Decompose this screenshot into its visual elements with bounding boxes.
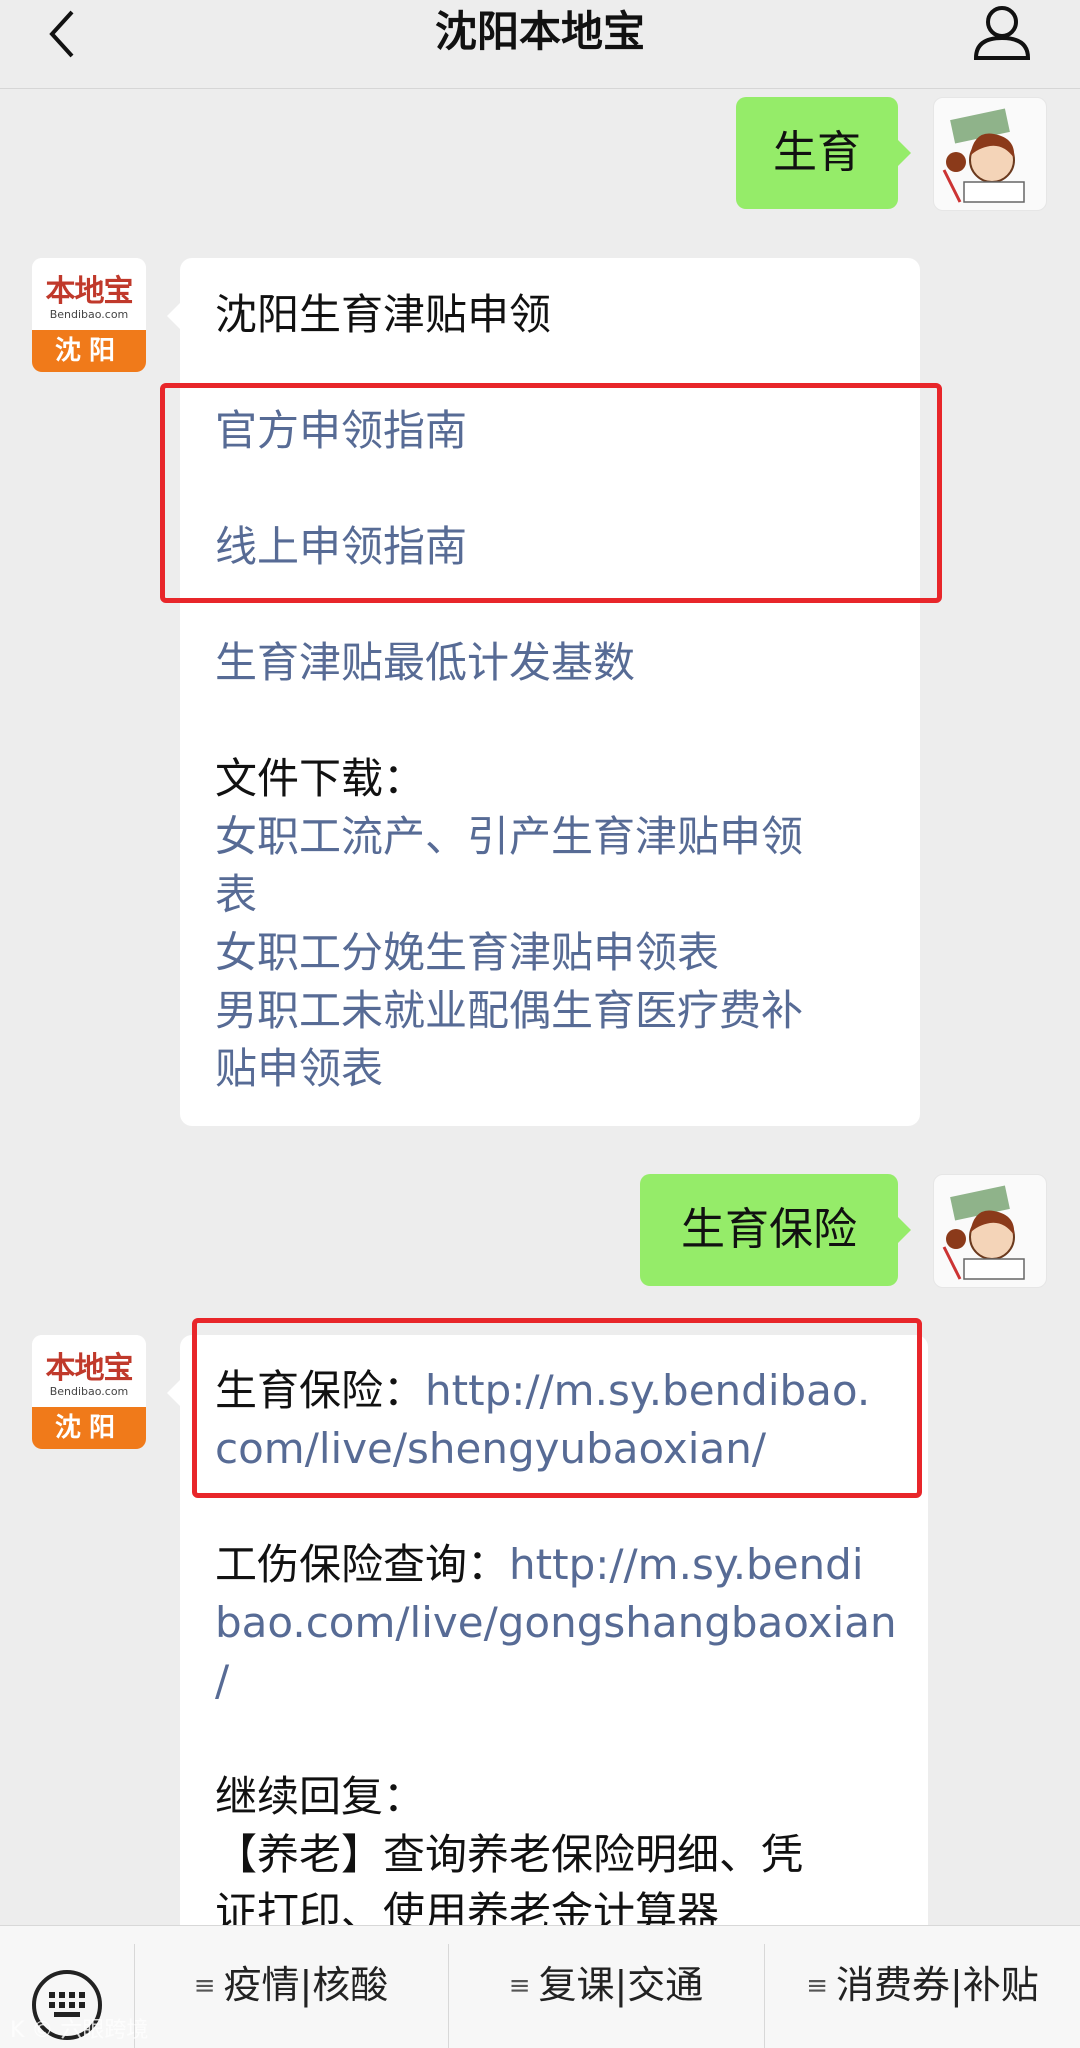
link-download-1[interactable]: 女职工流产、引产生育津贴申领 — [215, 808, 803, 866]
insurance-url-link[interactable]: http://m.sy.bendibao. — [425, 1366, 870, 1415]
user-avatar[interactable] — [933, 1174, 1047, 1288]
menu-item-epidemic[interactable]: ≡ 疫情|核酸 — [135, 1926, 447, 2048]
continue-label: 继续回复： — [215, 1772, 426, 1821]
bot-logo-text: 本地宝 — [45, 1351, 134, 1386]
injury-label: 工伤保险查询： — [215, 1540, 510, 1589]
injury-url-link-end[interactable]: / — [215, 1652, 229, 1710]
menu-item-label: 消费券|补贴 — [835, 1963, 1039, 2007]
bot-logo-city: 沈阳 — [32, 1407, 146, 1449]
insurance-label: 生育保险： — [215, 1366, 426, 1415]
menu-lines-icon: ≡ — [806, 1971, 828, 2001]
injury-url-link[interactable]: http://m.sy.bendi — [509, 1540, 863, 1589]
link-official-guide[interactable]: 官方申领指南 — [215, 402, 467, 460]
link-online-guide[interactable]: 线上申领指南 — [215, 518, 467, 576]
bot-avatar[interactable]: 本地宝 Bendibao.com 沈阳 — [32, 1335, 146, 1449]
link-download-1-cont[interactable]: 表 — [215, 866, 257, 924]
bot-logo-city: 沈阳 — [32, 330, 146, 372]
insurance-url-link-cont[interactable]: com/live/shengyubaoxian/ — [215, 1420, 766, 1478]
bottom-menu: ≡ 疫情|核酸 ≡ 复课|交通 ≡ 消费券|补贴 — [0, 1925, 1080, 2048]
link-download-2[interactable]: 女职工分娩生育津贴申领表 — [215, 924, 719, 982]
message-title: 沈阳生育津贴申领 — [215, 290, 552, 339]
link-download-3-cont[interactable]: 贴申领表 — [215, 1040, 383, 1098]
menu-item-school[interactable]: ≡ 复课|交通 — [449, 1926, 763, 2048]
profile-icon[interactable] — [970, 2, 1034, 62]
chat-title: 沈阳本地宝 — [434, 7, 645, 56]
chat-header: 沈阳本地宝 — [0, 0, 1080, 89]
menu-item-coupons[interactable]: ≡ 消费券|补贴 — [765, 1926, 1080, 2048]
user-message-bubble: 生育保险 — [640, 1174, 911, 1286]
bot-logo-text: 本地宝 — [45, 274, 134, 309]
menu-item-label: 复课|交通 — [538, 1963, 704, 2007]
link-download-3[interactable]: 男职工未就业配偶生育医疗费补 — [215, 982, 803, 1040]
link-min-base[interactable]: 生育津贴最低计发基数 — [215, 634, 635, 692]
menu-lines-icon: ≡ — [508, 1971, 531, 2001]
user-message-bubble: 生育 — [736, 97, 911, 209]
user-avatar[interactable] — [933, 97, 1047, 211]
pension-line-1: 【养老】查询养老保险明细、凭 — [215, 1830, 804, 1879]
downloads-label: 文件下载： — [215, 754, 426, 803]
insurance-line-1: 生育保险：http://m.sy.bendibao. — [215, 1362, 870, 1420]
injury-url-link-cont[interactable]: bao.com/live/gongshangbaoxian — [215, 1594, 897, 1652]
user-message-text: 生育 — [773, 127, 861, 178]
menu-item-label: 疫情|核酸 — [223, 1963, 389, 2007]
watermark: K © 六眼跨境 — [10, 2018, 149, 2043]
menu-lines-icon: ≡ — [193, 1971, 216, 2001]
user-message-text: 生育保险 — [681, 1204, 857, 1255]
bot-avatar[interactable]: 本地宝 Bendibao.com 沈阳 — [32, 258, 146, 372]
injury-line-1: 工伤保险查询：http://m.sy.bendi — [215, 1536, 864, 1594]
